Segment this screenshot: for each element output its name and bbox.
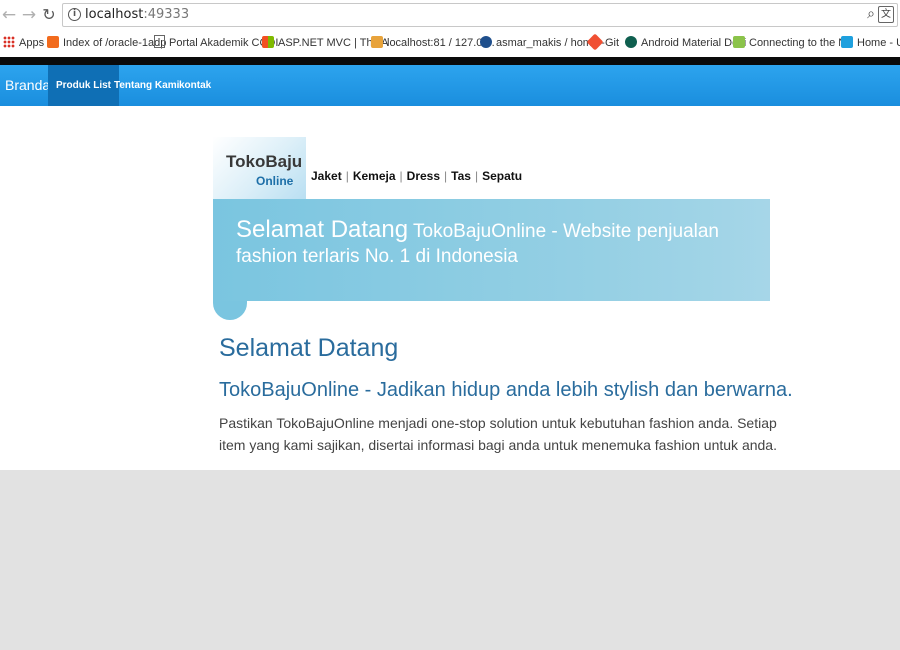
bookmark-label: Connecting to the Ne bbox=[749, 37, 853, 49]
bookmark-label: Android Material Desi bbox=[641, 37, 747, 49]
bitbucket-icon bbox=[480, 36, 492, 48]
info-icon[interactable]: i bbox=[68, 8, 81, 21]
browser-chrome: ← → ↻ i localhost:49333 ⌕ 文 Apps Index o… bbox=[0, 0, 900, 57]
logo-line1: TokoBaju bbox=[226, 152, 303, 171]
nav-kontak[interactable]: kontak bbox=[171, 65, 219, 106]
material-icon bbox=[625, 36, 637, 48]
category-dress[interactable]: Dress bbox=[407, 169, 440, 183]
phpmyadmin-icon bbox=[371, 36, 383, 48]
url-port: :49333 bbox=[143, 7, 190, 22]
url-text[interactable]: localhost:49333 bbox=[85, 7, 189, 22]
separator: | bbox=[474, 169, 479, 183]
bookmarks-bar: Apps Index of /oracle-1adp Portal Akadem… bbox=[0, 32, 900, 54]
bookmark-item[interactable]: localhost:81 / 127.0.0. bbox=[371, 35, 495, 51]
separator: | bbox=[444, 169, 448, 183]
category-tas[interactable]: Tas bbox=[451, 169, 471, 183]
bookmark-item[interactable]: asmar_makis / home - bbox=[480, 35, 605, 51]
bookmark-item[interactable]: Android Material Desi bbox=[625, 35, 746, 51]
category-sepatu[interactable]: Sepatu bbox=[482, 169, 522, 183]
navbar-brand[interactable]: Branda bbox=[5, 77, 50, 93]
category-jaket[interactable]: Jaket bbox=[311, 169, 342, 183]
bookmark-label: Apps bbox=[19, 37, 45, 49]
page-title: Selamat Datang bbox=[219, 334, 399, 362]
android-icon bbox=[733, 36, 745, 48]
bookmark-item[interactable]: Portal Akademik CCDI bbox=[154, 35, 278, 51]
bookmark-label: Home - Ud bbox=[857, 37, 900, 49]
git-icon bbox=[586, 33, 604, 51]
bookmark-label: Git bbox=[605, 37, 620, 49]
apps-grid-icon bbox=[3, 36, 15, 48]
address-row: ← → ↻ i localhost:49333 ⌕ 文 bbox=[0, 0, 900, 32]
category-kemeja[interactable]: Kemeja bbox=[353, 169, 396, 183]
url-host: localhost bbox=[85, 7, 144, 22]
back-arrow-icon[interactable]: ← bbox=[0, 5, 18, 25]
separator: | bbox=[399, 169, 403, 183]
zoom-icon[interactable]: ⌕ bbox=[867, 6, 875, 22]
translate-icon[interactable]: 文 bbox=[878, 6, 894, 23]
bookmark-item[interactable]: Home - Ud bbox=[841, 35, 900, 51]
udemy-icon bbox=[841, 36, 853, 48]
bookmark-label: localhost:81 / 127.0.0. bbox=[387, 37, 495, 49]
banner-title: Selamat Datang bbox=[236, 216, 409, 243]
site-navbar: Branda Produk List Tentang Kami kontak bbox=[0, 65, 900, 106]
page-icon bbox=[154, 35, 165, 48]
site-logo[interactable]: TokoBaju Online bbox=[213, 137, 306, 199]
top-black-bar bbox=[0, 57, 900, 65]
reload-icon[interactable]: ↻ bbox=[40, 5, 58, 25]
banner-text: Selamat Datang TokoBajuOnline - Website … bbox=[236, 217, 751, 269]
bookmark-apps[interactable]: Apps bbox=[3, 35, 44, 51]
bookmark-item[interactable]: Index of /oracle-1adp bbox=[47, 35, 166, 51]
separator: | bbox=[345, 169, 349, 183]
folder-icon bbox=[47, 36, 59, 48]
page-content: TokoBaju Online Jaket | Kemeja | Dress | Tas | S… bbox=[0, 106, 900, 470]
bookmark-label: Index of /oracle-1adp bbox=[63, 37, 167, 49]
bookmark-item[interactable]: ASP.NET MVC | The A bbox=[262, 35, 388, 51]
forward-arrow-icon[interactable]: → bbox=[20, 5, 38, 25]
logo-line2: Online bbox=[256, 174, 294, 188]
bookmark-item[interactable]: Git bbox=[586, 33, 620, 51]
address-bar[interactable]: i localhost:49333 ⌕ 文 bbox=[62, 3, 898, 27]
welcome-banner: Selamat Datang TokoBajuOnline - Website … bbox=[213, 199, 770, 301]
bookmark-item[interactable]: Connecting to the Ne bbox=[733, 35, 852, 51]
microsoft-icon bbox=[262, 36, 274, 48]
intro-paragraph: Pastikan TokoBajuOnline menjadi one-stop… bbox=[219, 415, 777, 453]
page-subtitle: TokoBajuOnline - Jadikan hidup anda lebi… bbox=[219, 379, 793, 401]
category-menu: Jaket | Kemeja | Dress | Tas | Sepatu bbox=[311, 169, 522, 183]
